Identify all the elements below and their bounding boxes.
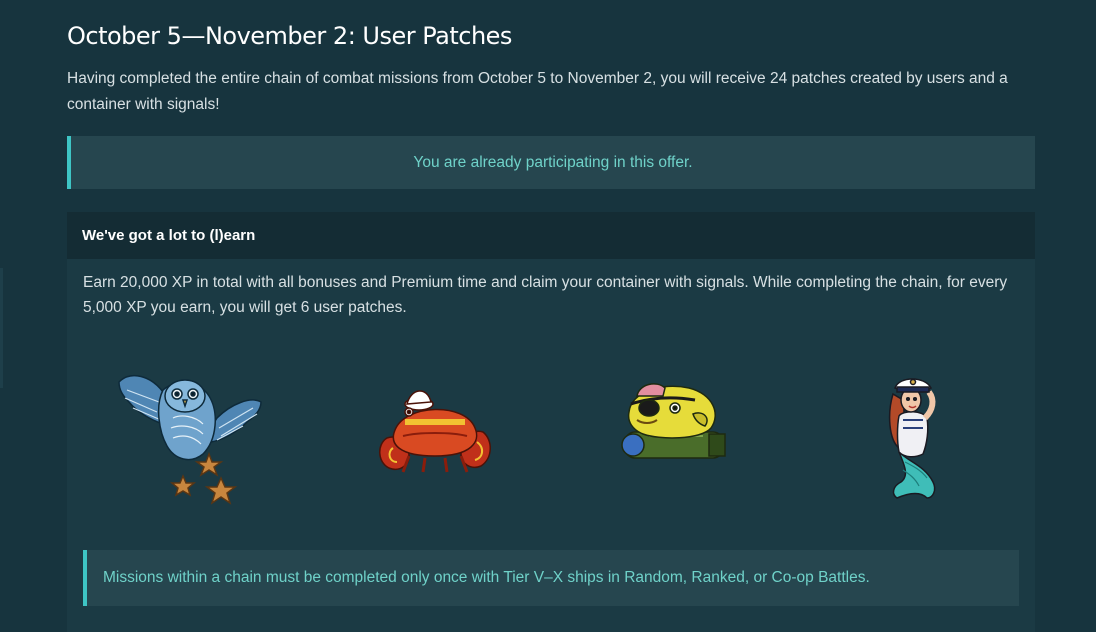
mission-card-title: We've got a lot to (l)earn: [82, 227, 256, 244]
left-edge-strip: [0, 268, 3, 388]
page-title: October 5—November 2: User Patches: [67, 22, 512, 50]
owl-patch-icon: [111, 362, 266, 510]
mermaid-patch-icon: [875, 370, 955, 502]
participation-notice: You are already participating in this of…: [67, 136, 1035, 189]
intro-text: Having completed the entire chain of com…: [67, 70, 1008, 113]
mission-card-header: We've got a lot to (l)earn: [67, 212, 1035, 259]
mission-card: We've got a lot to (l)earn Earn 20,000 X…: [67, 212, 1035, 632]
crab-patch-icon: [375, 382, 495, 474]
participation-notice-text: You are already participating in this of…: [413, 153, 693, 171]
mission-rules-notice: Missions within a chain must be complete…: [83, 550, 1019, 606]
mission-description: Earn 20,000 XP in total with all bonuses…: [83, 274, 1008, 316]
pirate-fish-patch-icon: [619, 374, 735, 466]
mission-rules-text: Missions within a chain must be complete…: [103, 569, 870, 586]
